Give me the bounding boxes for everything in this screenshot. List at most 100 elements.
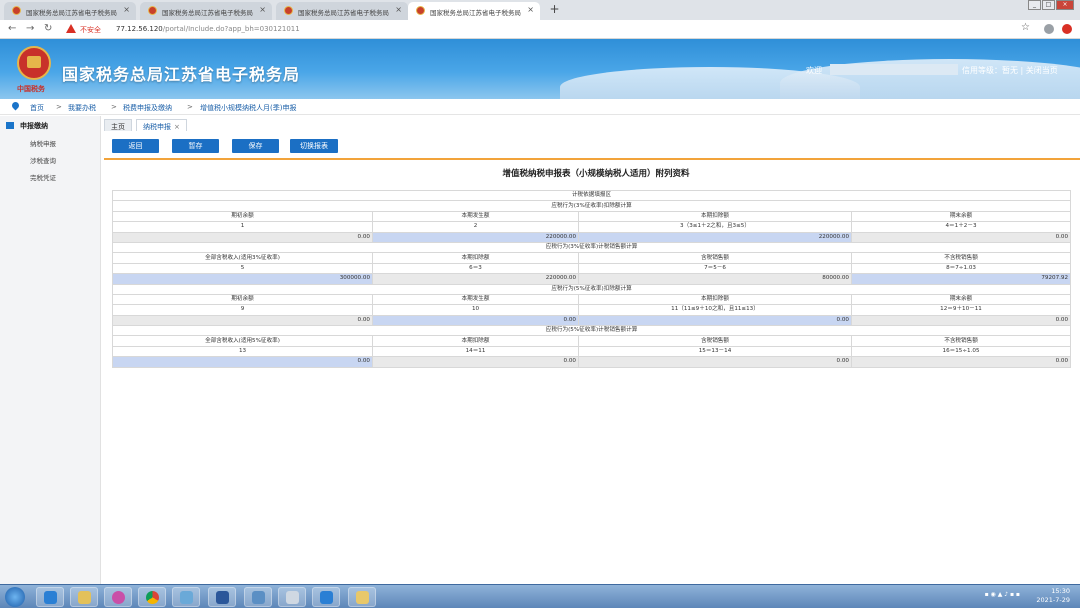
- reload-icon[interactable]: ↻: [44, 23, 52, 34]
- breadcrumb-separator: >: [111, 103, 117, 111]
- security-status[interactable]: 不安全: [80, 25, 101, 35]
- paint-icon: [356, 591, 369, 604]
- sidebar-title-label: 申报缴纳: [20, 122, 48, 130]
- taskbar-app[interactable]: [244, 587, 272, 607]
- browser-tab-strip: 国家税务总局江苏省电子税务局 × 国家税务总局江苏省电子税务局 × 国家税务总局…: [0, 0, 1080, 20]
- start-button[interactable]: [5, 587, 25, 607]
- warning-icon: [66, 24, 76, 33]
- taskbar-app[interactable]: [312, 587, 340, 607]
- sidebar-item-tax-query[interactable]: 涉税查询: [30, 155, 56, 165]
- taskbar-app[interactable]: [104, 587, 132, 607]
- section-title: 计税依据填报区: [111, 189, 1072, 202]
- taskbar-app[interactable]: [138, 587, 166, 607]
- value-input[interactable]: 0.00: [578, 314, 852, 327]
- screen-icon: [252, 591, 265, 604]
- sidebar-item-tax-declaration[interactable]: 纳税申报: [30, 138, 56, 148]
- close-icon[interactable]: ×: [174, 123, 180, 131]
- value-input[interactable]: 0.00: [112, 356, 373, 368]
- switch-report-button[interactable]: 切换报表: [290, 139, 338, 153]
- browser-tab[interactable]: 国家税务总局江苏省电子税务局 ×: [4, 2, 136, 20]
- value-field: 0.00: [850, 356, 1072, 368]
- window-close-button[interactable]: ×: [1056, 0, 1074, 10]
- new-tab-button[interactable]: +: [548, 3, 561, 16]
- site-title: 国家税务总局江苏省电子税务局: [62, 65, 301, 84]
- value-input[interactable]: 220000.00: [372, 231, 579, 243]
- back-arrow-icon[interactable]: ←: [8, 23, 16, 34]
- system-clock[interactable]: 15:30 2021-7-29: [1036, 587, 1070, 605]
- tab-home[interactable]: 主页: [104, 119, 132, 131]
- back-button[interactable]: 返回: [112, 139, 159, 153]
- extension-icon[interactable]: [1062, 24, 1072, 34]
- formula-cell: 10: [372, 304, 579, 316]
- sidebar-item-tax-certificate[interactable]: 完税凭证: [30, 172, 56, 182]
- forward-arrow-icon[interactable]: →: [26, 23, 34, 34]
- maximize-button[interactable]: □: [1042, 0, 1055, 10]
- form-title: 增值税纳税申报表（小规模纳税人适用）附列资料: [502, 169, 690, 179]
- value-field: 0.00: [112, 314, 373, 327]
- taskbar-app[interactable]: [172, 587, 200, 607]
- tab-tax-declaration[interactable]: 纳税申报 ×: [136, 119, 187, 131]
- breadcrumb-item-home[interactable]: 首页: [30, 103, 44, 113]
- value-input[interactable]: 0.00: [372, 314, 579, 327]
- windows-taskbar: ▪ ◉ ▲ ♪ ▪ ▪ 15:30 2021-7-29: [0, 584, 1080, 608]
- document-icon: [286, 591, 299, 604]
- emblem-caption: 中国税务: [17, 85, 45, 93]
- sidebar: 申报缴纳 纳税申报 涉税查询 完税凭证: [0, 116, 101, 584]
- browser-tab[interactable]: 国家税务总局江苏省电子税务局 ×: [140, 2, 272, 20]
- close-icon[interactable]: ×: [123, 5, 130, 14]
- breadcrumb-item[interactable]: 税费申报及缴纳: [123, 103, 172, 113]
- value-field: 0.00: [850, 314, 1072, 327]
- window-icon: [180, 591, 193, 604]
- value-field: 0.00: [850, 231, 1072, 243]
- taskbar-app[interactable]: [348, 587, 376, 607]
- taskbar-app[interactable]: [208, 587, 236, 607]
- value-field: 80000.00: [578, 273, 852, 285]
- location-pin-icon: [10, 100, 21, 111]
- column-header: 含税销售额: [578, 252, 852, 264]
- system-tray[interactable]: ▪ ◉ ▲ ♪ ▪ ▪: [985, 591, 1020, 598]
- save-button[interactable]: 保存: [232, 139, 279, 153]
- draft-button[interactable]: 暂存: [172, 139, 219, 153]
- taskbar-app[interactable]: [70, 587, 98, 607]
- column-header: 本期发生额: [372, 293, 579, 306]
- formula-cell: 8＝7÷1.03: [850, 262, 1072, 275]
- menu-icon: [6, 122, 14, 129]
- clock-date: 2021-7-29: [1036, 596, 1070, 604]
- section-title: 应税行为(3%征收率)扣除额计算: [111, 200, 1072, 212]
- value-field: 0.00: [578, 356, 852, 368]
- column-header: 本期扣除额: [372, 335, 579, 347]
- close-icon[interactable]: ×: [527, 5, 534, 14]
- table-row: 13 14＝11 15＝13－14 16＝15÷1.05: [112, 345, 1072, 358]
- formula-cell: 3（3≤1＋2之和，且3≤5）: [578, 221, 852, 233]
- profile-icon[interactable]: [1044, 24, 1054, 34]
- column-header: 期末余额: [850, 293, 1072, 306]
- divider: [104, 158, 1080, 160]
- formula-cell: 7＝5－6: [578, 262, 852, 275]
- formula-cell: 6＝3: [372, 262, 579, 275]
- browser-tab-active[interactable]: 国家税务总局江苏省电子税务局 ×: [408, 2, 540, 20]
- browser-tab[interactable]: 国家税务总局江苏省电子税务局 ×: [276, 2, 408, 20]
- value-input[interactable]: 300000.00: [112, 273, 373, 285]
- url-field[interactable]: 77.12.56.120/portal/Include.do?app_bh=03…: [116, 25, 300, 33]
- taskbar-app[interactable]: [36, 587, 64, 607]
- taskbar-app[interactable]: [278, 587, 306, 607]
- minimize-button[interactable]: _: [1028, 0, 1041, 10]
- breadcrumb-item[interactable]: 我要办税: [68, 103, 96, 113]
- sidebar-section-title[interactable]: 申报缴纳: [6, 121, 48, 131]
- formula-cell: 13: [112, 345, 373, 358]
- bookmark-star-icon[interactable]: ☆: [1021, 22, 1030, 33]
- close-icon[interactable]: ×: [259, 5, 266, 14]
- user-info-links[interactable]: 信用等级：暂无 | 关闭当页: [962, 65, 1058, 76]
- column-header: 期初余额: [112, 293, 373, 306]
- ie-icon: [44, 591, 57, 604]
- url-host: 77.12.56.120: [116, 25, 163, 33]
- vat-attachment-table: 计税依据填报区 应税行为(3%征收率)扣除额计算 期初余额 本期发生额 本期扣除…: [111, 189, 1072, 368]
- tax-bureau-favicon-icon: [284, 6, 293, 15]
- browser-tab-title: 国家税务总局江苏省电子税务局: [162, 9, 253, 17]
- close-icon[interactable]: ×: [395, 5, 402, 14]
- breadcrumb-item-current: 增值税小规模纳税人月(季)申报: [200, 104, 297, 112]
- value-field: 0.00: [112, 231, 373, 243]
- table-row: 全部含税收入(适用5%征收率) 本期扣除额 含税销售额 不含税销售额: [112, 335, 1072, 347]
- value-input[interactable]: 79207.92: [850, 273, 1072, 285]
- value-input[interactable]: 220000.00: [578, 231, 852, 243]
